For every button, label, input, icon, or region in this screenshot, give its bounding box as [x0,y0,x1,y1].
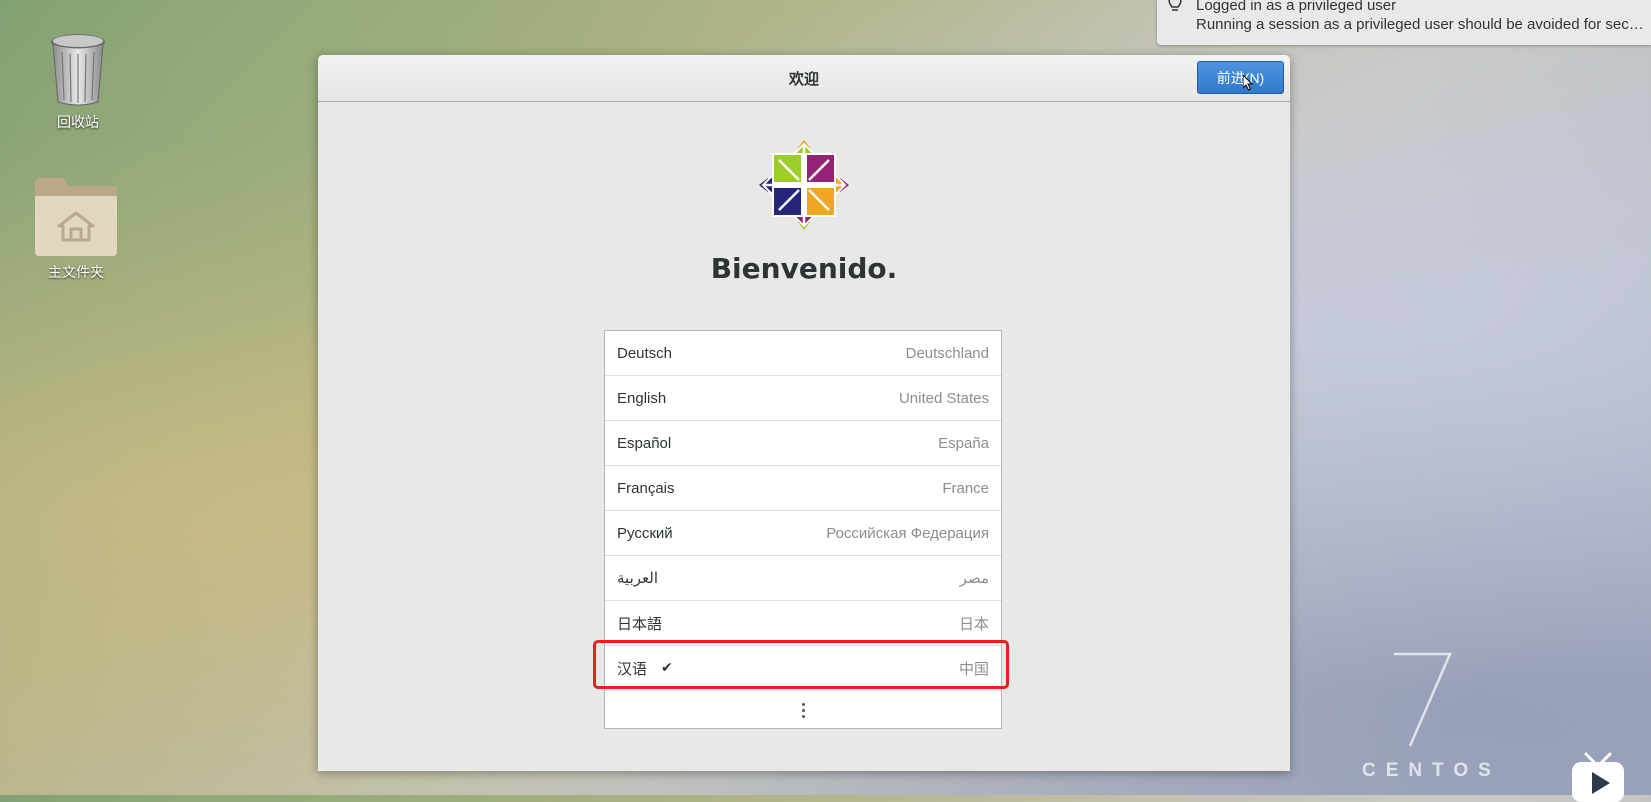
centos-logo [759,140,849,230]
language-region: Deutschland [905,344,989,362]
language-row-francais[interactable]: Français France [605,466,1001,511]
language-row-espanol[interactable]: Español España [605,421,1001,466]
notification-body: Running a session as a privileged user s… [1196,16,1646,33]
trash-icon [51,34,105,106]
language-name: 日本語 [617,615,663,633]
desktop-icon-home-folder[interactable]: 主文件夹 [16,176,136,282]
desktop-icon-label: 主文件夹 [48,265,104,281]
language-name: Русский [617,524,673,542]
language-region: France [942,479,989,497]
mouse-cursor-icon [1243,75,1254,91]
language-name: Español [617,434,672,452]
notification-banner[interactable]: Logged in as a privileged user Running a… [1157,0,1651,45]
home-folder-icon [35,178,117,256]
language-region: مصر [959,570,989,587]
centos-wordmark: CENTOS [1362,760,1501,781]
language-row-deutsch[interactable]: Deutsch Deutschland [605,331,1001,376]
language-name: Deutsch [617,344,673,362]
desktop-icon-label: 回收站 [57,115,99,131]
notification-title: Logged in as a privileged user [1196,0,1397,14]
language-region: 日本 [958,615,989,633]
desktop-icon-trash[interactable]: 回收站 [18,32,138,132]
centos-version-seven [1394,652,1452,747]
welcome-heading: Bienvenido. [710,252,898,285]
language-region: United States [898,389,989,407]
window-headerbar: 欢迎 前进(N) [318,55,1290,102]
language-name: Français [617,479,675,497]
selection-highlight-box [593,640,1009,689]
more-languages-button[interactable] [605,691,1001,730]
language-row-russian[interactable]: Русский Российская Федерация [605,511,1001,556]
language-name: English [617,389,667,407]
language-row-arabic[interactable]: العربية مصر [605,556,1001,601]
language-region: España [938,434,989,452]
language-name: العربية [617,570,658,587]
lightbulb-icon [1168,0,1182,11]
language-region: Российская Федерация [826,524,989,542]
next-button[interactable]: 前进(N) [1197,61,1284,94]
window-title: 欢迎 [788,70,819,88]
language-row-english[interactable]: English United States [605,376,1001,421]
vertical-ellipsis-icon [801,703,805,718]
